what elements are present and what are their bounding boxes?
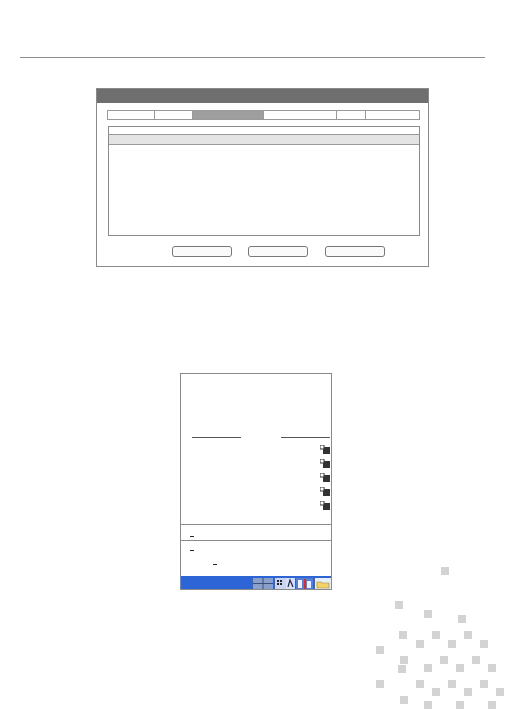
menu-item-marker[interactable] (213, 564, 217, 565)
program-icon[interactable] (320, 501, 330, 510)
dialog-button-2[interactable] (248, 246, 308, 257)
dialog-button-1[interactable] (172, 246, 232, 257)
tab-1[interactable] (108, 111, 155, 119)
taskbar (181, 576, 331, 589)
menu-item-marker[interactable] (190, 536, 194, 537)
dialog-title-bar (97, 89, 428, 103)
menu-separator (181, 540, 331, 541)
program-icon[interactable] (320, 445, 330, 454)
program-icon[interactable] (320, 473, 330, 482)
menu-separator (181, 524, 331, 525)
tray-icons[interactable] (296, 578, 313, 589)
menu-item-marker[interactable] (190, 550, 194, 551)
start-menu-window (180, 373, 332, 590)
calculator-icon[interactable] (275, 578, 286, 589)
list-header (109, 127, 419, 135)
dialog-list-view (108, 126, 420, 236)
tab-2[interactable] (155, 111, 193, 119)
tab-4[interactable] (264, 111, 337, 119)
header-rule (20, 57, 485, 58)
program-icon[interactable] (320, 459, 330, 468)
menu-column-underline-right (281, 437, 330, 438)
menu-column-underline-left (192, 437, 241, 438)
program-icon[interactable] (320, 487, 330, 496)
tab-6[interactable] (366, 111, 419, 119)
list-item-selected[interactable] (109, 135, 419, 145)
tab-5[interactable] (337, 111, 366, 119)
tab-3-active[interactable] (193, 111, 264, 119)
app-icon[interactable] (286, 578, 295, 589)
dialog-tab-strip (107, 110, 420, 120)
dialog-window (96, 88, 429, 267)
folder-icon[interactable] (315, 578, 331, 589)
taskbar-grid-button[interactable] (253, 578, 273, 589)
dialog-button-3[interactable] (325, 246, 385, 257)
